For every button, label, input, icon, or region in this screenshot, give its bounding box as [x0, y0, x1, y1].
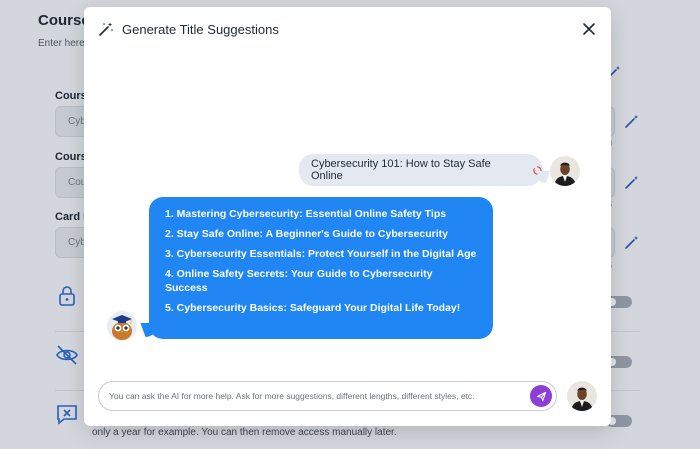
suggestion-item[interactable]: 3. Cybersecurity Essentials: Protect You… — [165, 248, 477, 262]
modal-title: Generate Title Suggestions — [122, 21, 279, 37]
chat-input-container — [98, 381, 557, 411]
magic-wand-icon — [99, 22, 113, 36]
send-button[interactable] — [530, 385, 552, 407]
footer-note: only a year for example. You can then re… — [92, 427, 397, 438]
field-label: Cours — [55, 151, 87, 163]
ai-response-bubble: 1. Mastering Cybersecurity: Essential On… — [140, 197, 493, 339]
section-title: Course — [38, 12, 90, 29]
eye-off-icon — [56, 345, 78, 365]
suggestion-list: 1. Mastering Cybersecurity: Essential On… — [165, 208, 477, 315]
ai-assistant-avatar — [107, 311, 137, 341]
magic-wand-icon[interactable] — [624, 174, 640, 190]
bubble-tail — [140, 323, 160, 337]
chat-input[interactable] — [109, 382, 529, 410]
user-message-text: Cybersecurity 101: How to Stay Safe Onli… — [311, 158, 491, 182]
section-subtitle: Enter here — [38, 38, 85, 49]
close-icon[interactable] — [581, 21, 597, 37]
field-label: Cours — [55, 90, 87, 102]
suggestion-item[interactable]: 2. Stay Safe Online: A Beginner's Guide … — [165, 228, 477, 242]
magic-wand-icon[interactable] — [624, 113, 640, 129]
user-message-bubble: Cybersecurity 101: How to Stay Safe Onli… — [299, 154, 551, 186]
calendar-x-icon — [57, 405, 77, 425]
suggestion-item[interactable]: 5. Cybersecurity Basics: Safeguard Your … — [165, 302, 477, 316]
title-suggestions-modal: Generate Title Suggestions Cybersecurity… — [84, 7, 611, 426]
suggestion-item[interactable]: 4. Online Safety Secrets: Your Guide to … — [165, 268, 477, 295]
current-user-avatar — [567, 381, 597, 411]
lock-icon — [59, 286, 75, 306]
modal-header: Generate Title Suggestions — [98, 21, 279, 37]
user-avatar — [550, 156, 580, 186]
magic-wand-icon[interactable] — [624, 234, 640, 250]
send-icon — [536, 391, 546, 401]
suggestion-item[interactable]: 1. Mastering Cybersecurity: Essential On… — [165, 208, 477, 222]
